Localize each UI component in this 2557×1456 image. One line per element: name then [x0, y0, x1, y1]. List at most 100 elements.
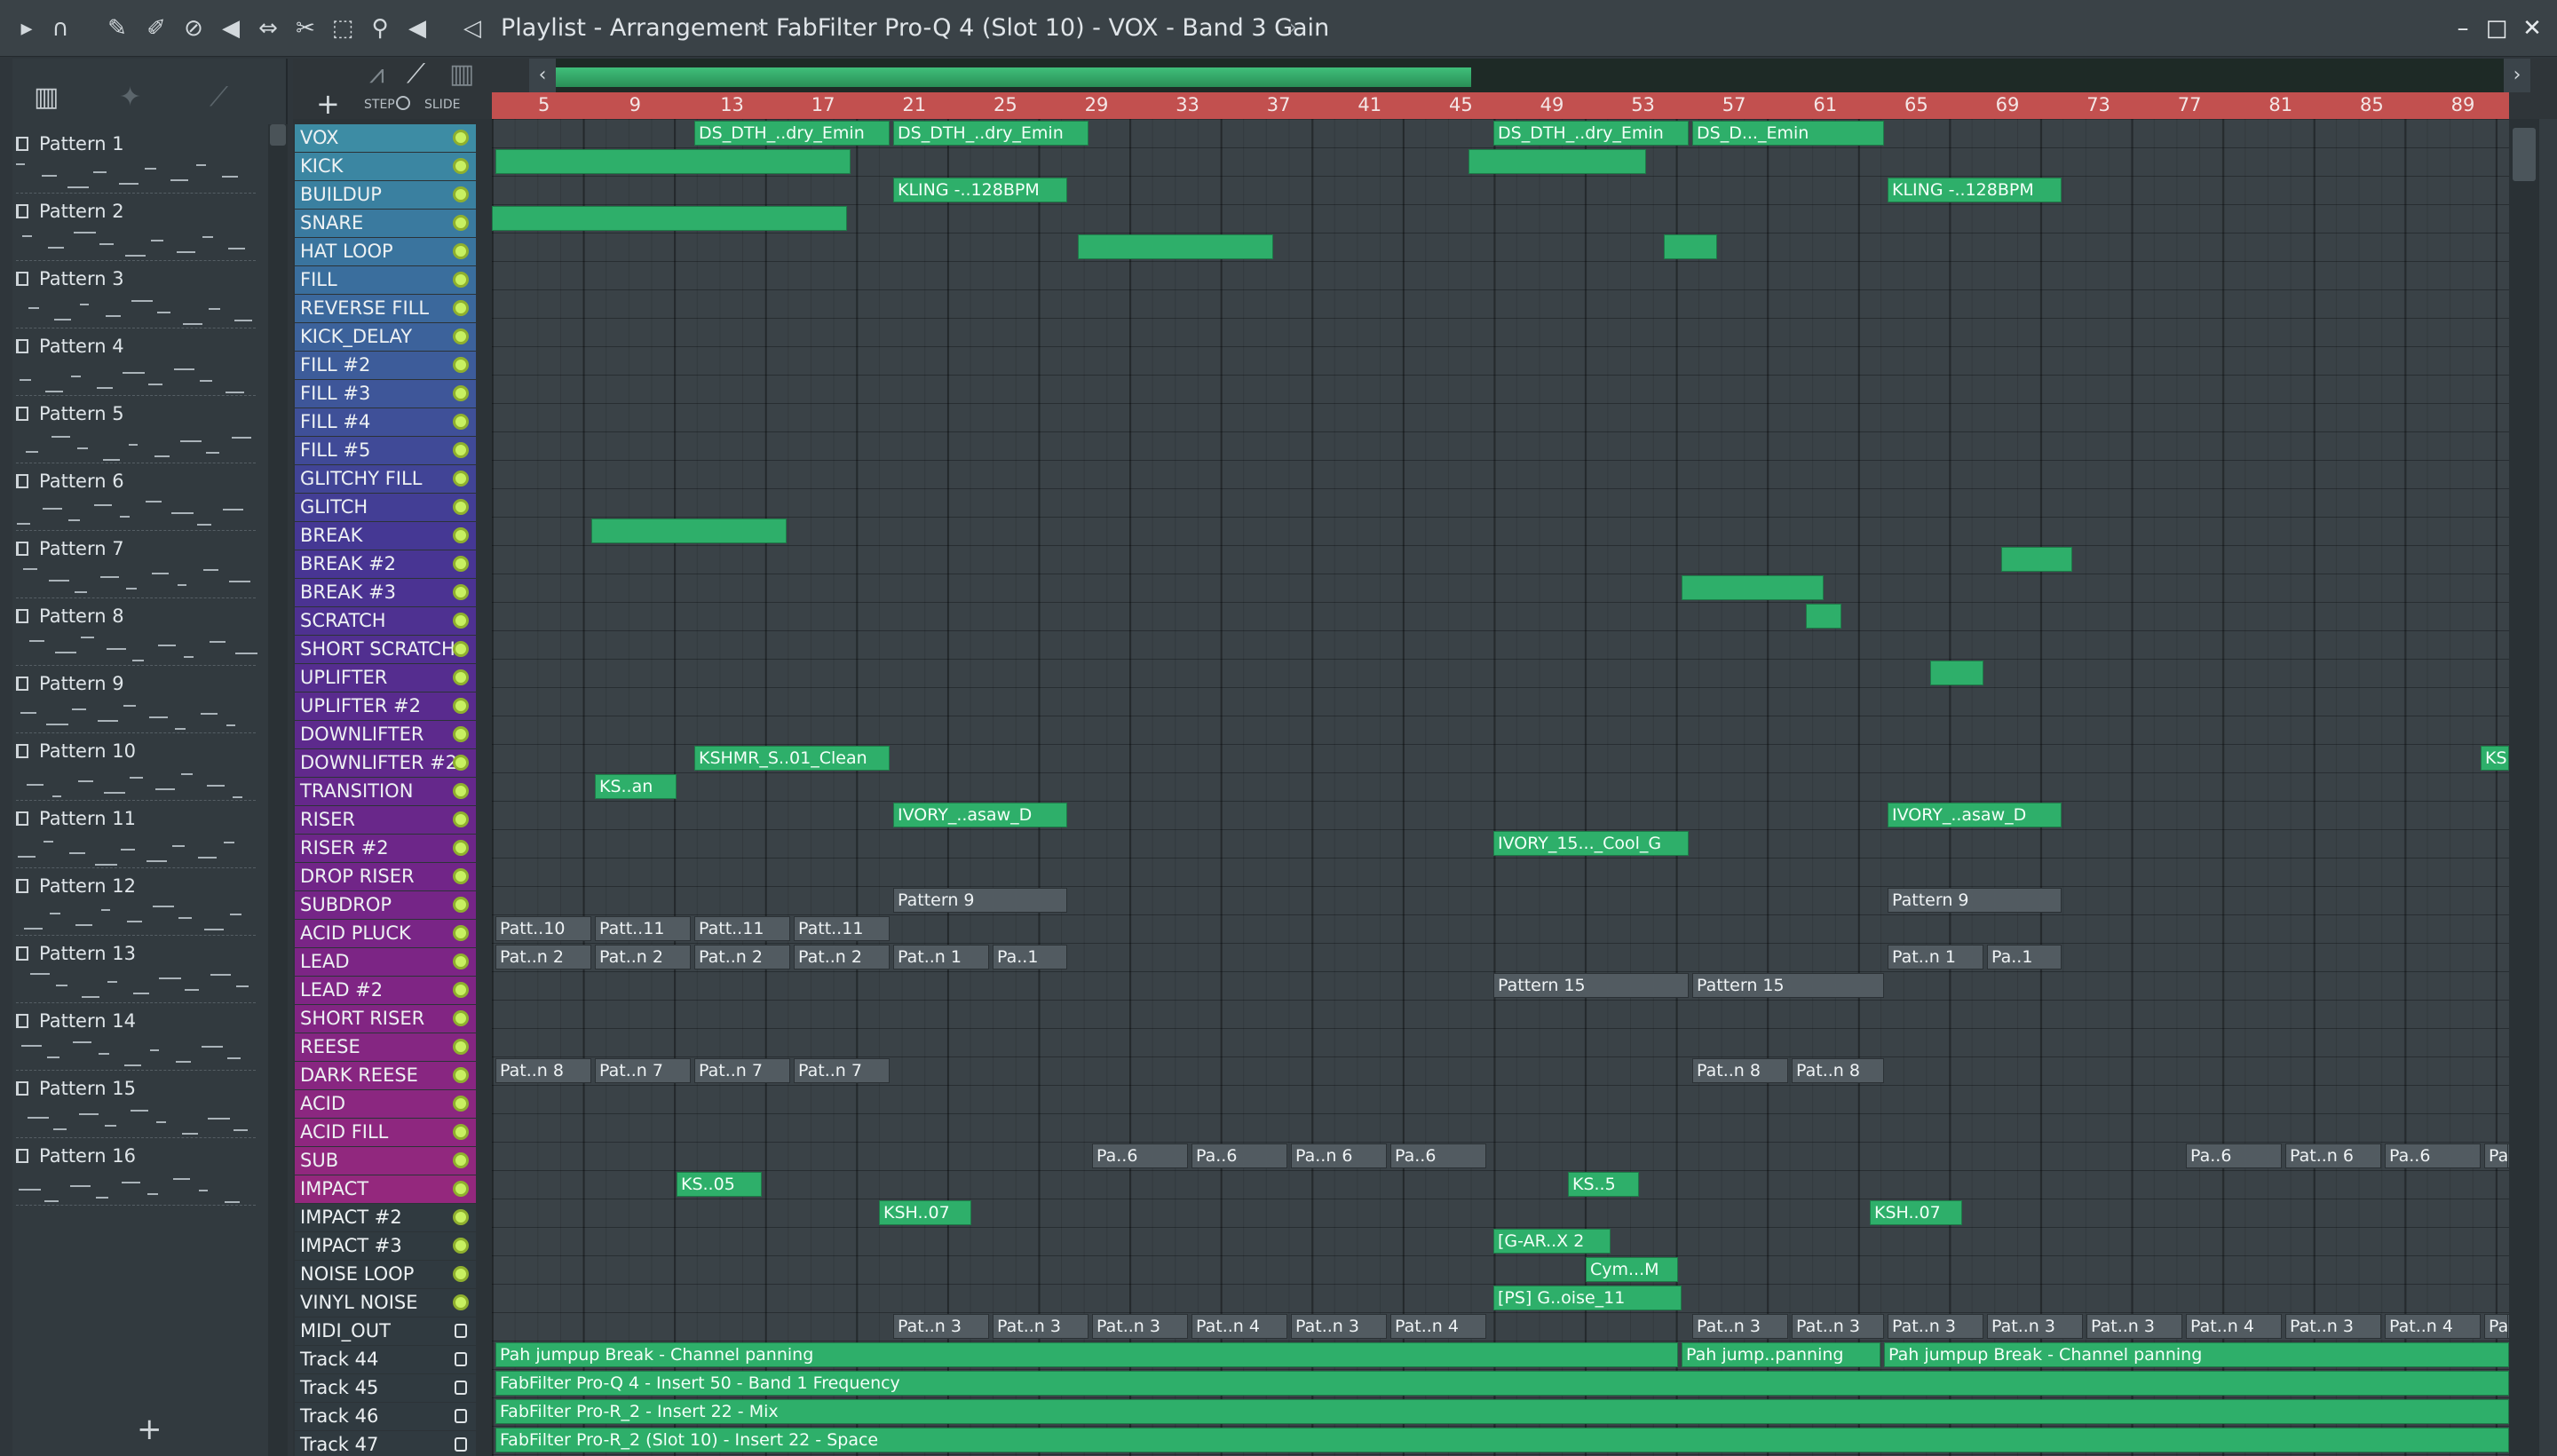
playlist-clip-block[interactable] — [1664, 234, 1717, 259]
playlist-vscroll-thumb[interactable] — [2513, 128, 2536, 181]
mute-toggle[interactable] — [453, 641, 469, 657]
track-header[interactable]: DOWNLIFTER — [295, 721, 476, 748]
track-header[interactable]: ACID FILL — [295, 1119, 476, 1146]
playlist-clip[interactable]: Pat..n 4 — [2484, 1314, 2509, 1339]
playlist-clip[interactable]: DS_DTH_..dry_Emin — [1493, 121, 1689, 146]
playlist-clip-block[interactable] — [1682, 575, 1824, 600]
playlist-clip[interactable]: Pat..n 2 — [495, 945, 591, 969]
track-header[interactable]: DARK REESE — [295, 1062, 476, 1089]
add-track-button[interactable]: + — [316, 87, 340, 121]
playlist-clip[interactable]: Pat..n 4 — [2186, 1314, 2282, 1339]
pattern-item[interactable]: Pattern 7 — [12, 536, 263, 604]
playlist-clip[interactable]: KS..an — [595, 774, 677, 799]
mute-icon[interactable]: ◀ — [217, 14, 245, 43]
pattern-item[interactable]: Pattern 8 — [12, 604, 263, 671]
pattern-item[interactable]: Pattern 9 — [12, 671, 263, 739]
paint-icon[interactable]: ✐ — [142, 14, 170, 43]
mute-toggle[interactable] — [453, 1209, 469, 1225]
playlist-clip[interactable]: Pat..n 3 — [1092, 1314, 1188, 1339]
track-header[interactable]: REESE — [295, 1033, 476, 1061]
mute-toggle[interactable] — [453, 1181, 469, 1197]
overview-window[interactable] — [556, 67, 1471, 87]
pattern-item[interactable]: Pattern 6 — [12, 469, 263, 536]
playlist-clip-block[interactable] — [591, 518, 787, 543]
breadcrumb-playlist[interactable]: Playlist - Arrangement — [501, 12, 768, 44]
playlist-clip[interactable]: Pa..n 6 — [1291, 1143, 1387, 1168]
playlist-clip[interactable]: Pa..1 — [1987, 945, 2062, 969]
playlist-clip[interactable]: Pat..n 1 — [1888, 945, 1983, 969]
playlist-clip[interactable]: Cym...M — [1586, 1257, 1678, 1282]
track-header[interactable]: FILL #3 — [295, 380, 476, 408]
playlist-clip[interactable]: KS..05 — [677, 1172, 762, 1197]
maximize-button[interactable]: □ — [2481, 12, 2513, 44]
mute-toggle[interactable] — [453, 186, 469, 202]
mute-toggle[interactable] — [453, 1067, 469, 1083]
playlist-clip[interactable]: Patt..11 — [794, 916, 890, 941]
playlist-clip-block[interactable] — [1078, 234, 1273, 259]
track-header[interactable]: LEAD — [295, 948, 476, 976]
playlist-clip[interactable]: Pat..n 3 — [2086, 1314, 2182, 1339]
track-header[interactable]: SHORT RISER — [295, 1005, 476, 1033]
mute-toggle[interactable] — [453, 1152, 469, 1168]
breadcrumb-plugin[interactable]: FabFilter Pro-Q 4 (Slot 10) - VOX - Band… — [776, 12, 1329, 44]
track-header[interactable]: ACID — [295, 1090, 476, 1118]
playback-icon[interactable]: ◀ — [403, 14, 431, 43]
playlist-clip[interactable]: KS..5 — [1568, 1172, 1639, 1197]
playlist-clip[interactable]: KLING -..128BPM — [893, 178, 1067, 202]
mute-toggle[interactable] — [453, 868, 469, 884]
mute-toggle[interactable] — [453, 243, 469, 259]
mute-toggle[interactable] — [453, 1266, 469, 1282]
playlist-clip[interactable]: Pat..n 3 — [1888, 1314, 1983, 1339]
piano-icon[interactable]: ▥ — [34, 82, 59, 113]
playlist-clip[interactable]: Pa..6 — [1191, 1143, 1287, 1168]
track-header[interactable]: VOX — [295, 124, 476, 152]
playlist-clip[interactable]: Pat..n 7 — [794, 1058, 890, 1083]
playlist-clip[interactable]: KSHMR_S..01_Clean — [2481, 746, 2509, 771]
playlist-clip-block[interactable] — [1806, 604, 1841, 629]
track-header[interactable]: DOWNLIFTER #2 — [295, 749, 476, 777]
delete-icon[interactable]: ⊘ — [179, 14, 208, 43]
mute-toggle[interactable] — [453, 613, 469, 629]
playlist-clip[interactable]: IVORY_15..._Cool_G — [1493, 831, 1689, 856]
mute-toggle[interactable] — [453, 840, 469, 856]
mute-toggle[interactable] — [453, 414, 469, 430]
timeline-ruler[interactable]: 5 9 13 17 21 25 29 33 37 41 45 49 53 57 61 65 69 73 77 81 85… — [492, 92, 2509, 119]
song-overview[interactable]: ‹ › — [529, 59, 2530, 92]
playlist-clip[interactable]: Pat..n 8 — [1692, 1058, 1788, 1083]
track-header[interactable]: FILL — [295, 266, 476, 294]
track-header[interactable]: IMPACT — [295, 1175, 476, 1203]
add-pattern-button[interactable]: + — [137, 1412, 162, 1447]
playlist-clip[interactable]: Pat..n 3 — [993, 1314, 1089, 1339]
mute-toggle[interactable] — [453, 811, 469, 827]
playlist-clip-block[interactable] — [495, 149, 851, 174]
playlist-clip-block[interactable] — [1468, 149, 1646, 174]
mute-toggle[interactable] — [453, 669, 469, 685]
playlist-clip[interactable]: Pat..n 7 — [595, 1058, 691, 1083]
mute-toggle[interactable] — [453, 272, 469, 288]
mute-toggle[interactable] — [453, 1124, 469, 1140]
playlist-clip[interactable]: KSH..07 — [1870, 1200, 1962, 1225]
playlist-clip[interactable]: Pah jump..panning — [1682, 1342, 1880, 1367]
track-header[interactable]: BUILDUP — [295, 181, 476, 209]
playlist-clip[interactable]: Pat..n 3 — [2285, 1314, 2381, 1339]
picker-scroll-thumb[interactable] — [270, 124, 286, 146]
pattern-item[interactable]: Pattern 12 — [12, 874, 263, 941]
track-header[interactable]: Track 46 — [295, 1403, 476, 1430]
pattern-item[interactable]: Pattern 14 — [12, 1009, 263, 1076]
track-header[interactable]: GLITCH — [295, 494, 476, 521]
playlist-clip[interactable]: Patt..10 — [495, 916, 591, 941]
track-header[interactable]: NOISE LOOP — [295, 1261, 476, 1288]
track-header[interactable]: DROP RISER — [295, 863, 476, 890]
playlist-clip[interactable]: Pah jumpup Break - Channel panning — [495, 1342, 1678, 1367]
playlist-clip[interactable]: Pat..n 4 — [1390, 1314, 1486, 1339]
playlist-clip[interactable]: [G-AR..X 2 — [1493, 1229, 1611, 1254]
minimize-button[interactable]: – — [2447, 12, 2479, 44]
playlist-clip[interactable]: DS_DTH_..dry_Emin — [893, 121, 1089, 146]
mute-toggle[interactable] — [453, 527, 469, 543]
mute-toggle[interactable] — [453, 897, 469, 913]
track-header[interactable]: GLITCHY FILL — [295, 465, 476, 493]
playlist-clip[interactable]: KSH..07 — [879, 1200, 971, 1225]
track-header[interactable]: RISER #2 — [295, 835, 476, 862]
playlist-clip-block[interactable] — [492, 206, 847, 231]
lock-icon[interactable] — [455, 1381, 467, 1395]
